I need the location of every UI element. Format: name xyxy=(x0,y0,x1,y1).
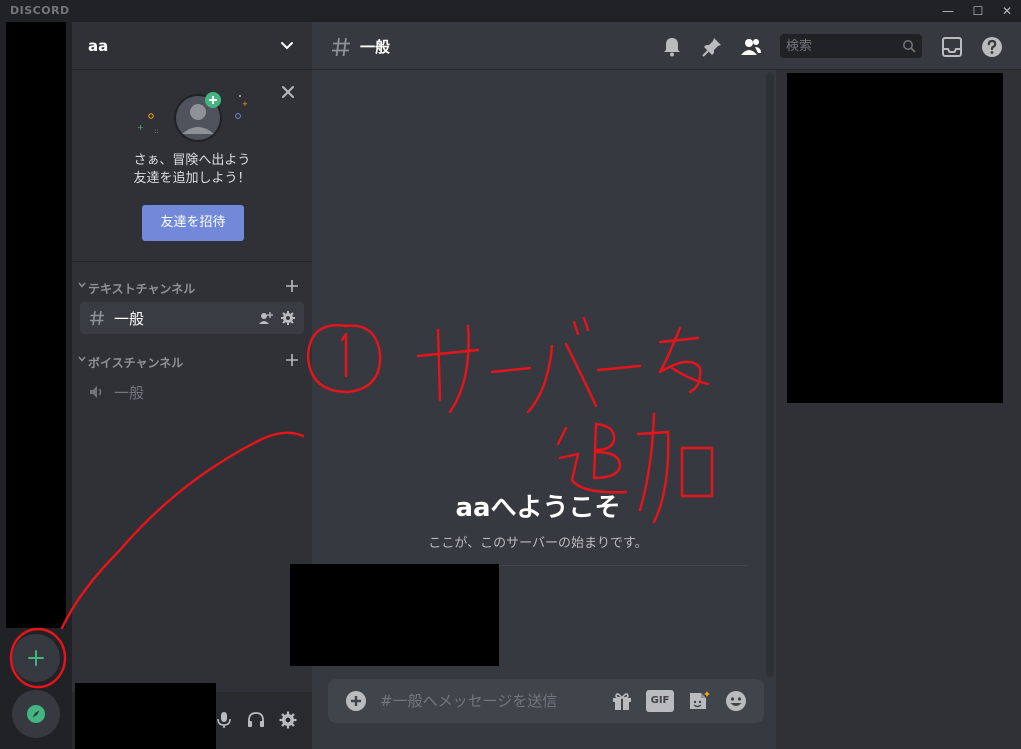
gif-button[interactable]: GIF xyxy=(646,690,674,712)
minimize-button[interactable]: — xyxy=(932,0,964,22)
invite-message: さぁ、冒険へ出よう 友達を追加しよう！ xyxy=(72,152,312,188)
search-icon xyxy=(903,40,916,53)
emoji-icon[interactable] xyxy=(724,689,748,713)
server-rail xyxy=(0,22,72,749)
redacted-server-list xyxy=(6,22,66,628)
microphone-icon[interactable] xyxy=(214,710,234,730)
create-channel-plus-icon[interactable] xyxy=(284,352,300,368)
create-channel-plus-icon[interactable] xyxy=(284,278,300,294)
welcome-subtitle: ここが、このサーバーの始まりです。 xyxy=(428,536,648,551)
category-label: ボイスチャンネル xyxy=(88,356,184,370)
svg-text:::: :: xyxy=(154,127,159,135)
close-icon[interactable] xyxy=(280,84,296,100)
invite-text-line1: さぁ、冒険へ出よう xyxy=(133,153,251,168)
headphones-icon[interactable] xyxy=(246,710,266,730)
app-brand: DISCORD xyxy=(10,4,70,17)
friend-avatar-illustration-icon: + :: + xyxy=(137,92,248,142)
gear-icon[interactable] xyxy=(280,310,296,326)
hash-icon xyxy=(332,37,350,57)
channel-name: 一般 xyxy=(114,310,145,328)
member-list xyxy=(776,70,1021,749)
channel-sidebar: aa + :: + さぁ、冒険へ出よう 友達を追加しよう！ 友達を招待 テキスト… xyxy=(72,22,312,749)
maximize-button[interactable]: ☐ xyxy=(962,0,994,22)
close-window-button[interactable]: ✕ xyxy=(991,0,1021,22)
title-bar: DISCORD — ☐ ✕ xyxy=(0,0,1021,22)
search-box[interactable] xyxy=(780,34,922,58)
add-server-button[interactable] xyxy=(12,634,60,682)
speaker-icon xyxy=(90,386,102,398)
pin-icon[interactable] xyxy=(700,35,724,59)
sticker-icon[interactable] xyxy=(686,689,710,713)
discord-window: DISCORD — ☐ ✕ aa +:: + さぁ、冒険へ出よう 友達を追加し… xyxy=(0,0,1021,749)
invite-friends-button[interactable]: 友達を招待 xyxy=(142,205,244,241)
redacted-user-info xyxy=(75,683,216,749)
explore-servers-button[interactable] xyxy=(12,690,60,738)
redacted-message-block xyxy=(290,564,499,666)
category-text-channels[interactable]: テキストチャンネル xyxy=(78,278,306,298)
welcome-title: aaへようこそ xyxy=(455,493,621,523)
inbox-icon[interactable] xyxy=(940,35,964,59)
guild-header[interactable]: aa xyxy=(72,22,312,70)
invite-text-line2: 友達を追加しよう！ xyxy=(133,171,251,186)
message-input[interactable] xyxy=(378,679,598,723)
chat-header: 一般 xyxy=(312,22,1021,70)
attach-plus-icon[interactable] xyxy=(344,689,368,713)
chevron-down-icon xyxy=(78,282,86,288)
svg-text:+: + xyxy=(242,100,248,108)
category-label: テキストチャンネル xyxy=(88,282,196,296)
redacted-member-list xyxy=(787,73,1003,403)
svg-text:+: + xyxy=(137,123,144,132)
chevron-down-icon xyxy=(281,42,293,50)
gift-icon[interactable] xyxy=(610,689,634,713)
compass-icon xyxy=(27,705,45,723)
invite-card: + :: + さぁ、冒険へ出よう 友達を追加しよう！ 友達を招待 xyxy=(72,72,312,262)
message-composer: GIF xyxy=(328,679,764,723)
invite-member-icon[interactable] xyxy=(258,310,274,326)
help-icon[interactable] xyxy=(980,35,1004,59)
channel-title: 一般 xyxy=(360,38,391,56)
channel-name: 一般 xyxy=(114,384,145,402)
search-input[interactable] xyxy=(780,34,898,58)
members-icon[interactable] xyxy=(739,35,763,59)
chevron-down-icon xyxy=(78,356,86,362)
bell-icon[interactable] xyxy=(660,35,684,59)
hash-icon xyxy=(90,310,104,326)
voice-channel-item-general[interactable]: 一般 xyxy=(80,376,304,408)
user-settings-gear-icon[interactable] xyxy=(278,710,298,730)
plus-icon xyxy=(28,650,44,666)
chat-scrollbar[interactable] xyxy=(766,72,774,677)
category-voice-channels[interactable]: ボイスチャンネル xyxy=(78,352,306,372)
guild-name: aa xyxy=(88,37,109,55)
channel-item-general[interactable]: 一般 xyxy=(80,302,304,334)
